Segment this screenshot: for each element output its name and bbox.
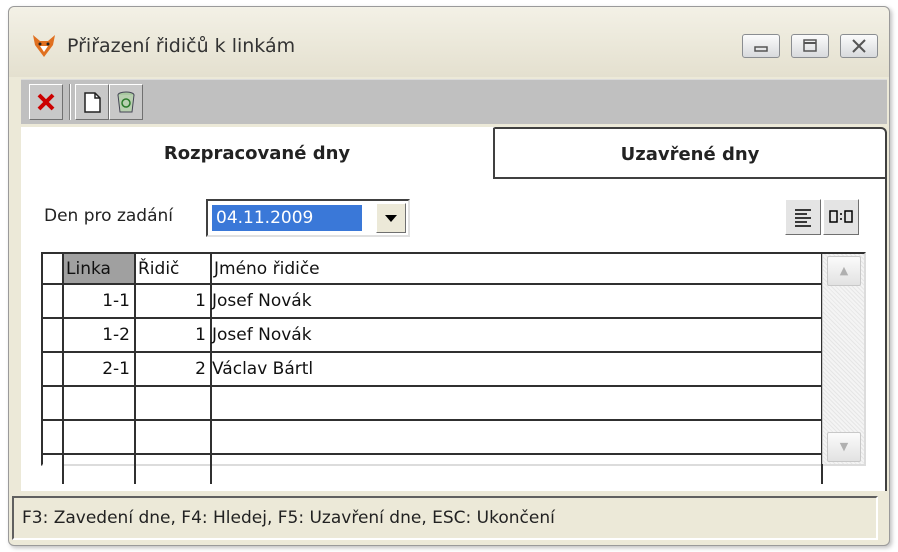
- table-row[interactable]: [43, 386, 823, 421]
- tab-uzavrene-dny[interactable]: Uzavřené dny: [495, 127, 887, 179]
- row-indicator[interactable]: [43, 454, 64, 484]
- cell-jmeno[interactable]: Josef Novák: [211, 318, 823, 353]
- align-button[interactable]: [785, 199, 821, 235]
- cell-linka[interactable]: 2-1: [63, 352, 136, 387]
- date-value[interactable]: 04.11.2009: [212, 205, 362, 231]
- grid-table: Linka Řidič Jméno řidiče 1-1 1 Josef Nov…: [43, 254, 823, 484]
- cell-ridic[interactable]: [135, 420, 212, 455]
- maximize-button[interactable]: [791, 34, 829, 58]
- cell-ridic[interactable]: 2: [135, 352, 212, 387]
- table-row[interactable]: 1-2 1 Josef Novák: [43, 318, 823, 353]
- text-align-icon: [795, 209, 811, 227]
- tab-strip: Rozpracované dny Uzavřené dny: [21, 127, 887, 179]
- dropdown-button[interactable]: [376, 203, 406, 233]
- delete-button[interactable]: [29, 84, 63, 120]
- row-indicator[interactable]: [43, 386, 64, 421]
- cell-ridic[interactable]: 1: [135, 284, 212, 319]
- column-resize-icon: [829, 210, 853, 223]
- close-icon: [852, 39, 866, 53]
- close-window-button[interactable]: [840, 34, 878, 58]
- arrow-up-icon: ▲: [839, 264, 849, 277]
- window-title: Přiřazení řidičů k linkám: [67, 35, 296, 57]
- toolbar: [21, 79, 887, 124]
- cell-linka[interactable]: [63, 386, 136, 421]
- cell-linka[interactable]: 1-1: [63, 284, 136, 319]
- table-row[interactable]: 1-1 1 Josef Novák: [43, 284, 823, 319]
- title-bar[interactable]: Přiřazení řidičů k linkám: [9, 7, 889, 77]
- row-indicator[interactable]: [43, 352, 64, 387]
- drivers-grid: Linka Řidič Jméno řidiče 1-1 1 Josef Nov…: [41, 252, 866, 484]
- status-bar: F3: Zavedení dne, F4: Hledej, F5: Uzavře…: [12, 496, 878, 540]
- recycle-bin-icon: [117, 91, 135, 113]
- vertical-scrollbar[interactable]: ▲ ▼: [822, 254, 864, 464]
- cell-jmeno[interactable]: [211, 386, 823, 421]
- date-label: Den pro zadání: [44, 206, 173, 226]
- fox-icon: [33, 35, 55, 57]
- minimize-icon: [754, 46, 768, 52]
- cell-jmeno[interactable]: Josef Novák: [211, 284, 823, 319]
- row-indicator[interactable]: [43, 284, 64, 319]
- maximize-icon: [803, 39, 817, 52]
- scroll-down-button[interactable]: ▼: [827, 432, 861, 462]
- cell-jmeno[interactable]: [211, 420, 823, 455]
- cell-jmeno[interactable]: Václav Bártl: [211, 352, 823, 387]
- column-header-ridic[interactable]: Řidič: [135, 254, 212, 285]
- columns-button[interactable]: [823, 199, 859, 235]
- cell-linka[interactable]: [63, 420, 136, 455]
- row-indicator[interactable]: [43, 420, 64, 455]
- recycle-bin-button[interactable]: [109, 84, 143, 120]
- table-row[interactable]: 2-1 2 Václav Bártl: [43, 352, 823, 387]
- arrow-down-icon: ▼: [839, 440, 849, 453]
- tab-rozpracovane-dny[interactable]: Rozpracované dny: [21, 127, 495, 179]
- column-header-jmeno[interactable]: Jméno řidiče: [211, 254, 823, 285]
- grid-header: Linka Řidič Jméno řidiče: [43, 254, 823, 285]
- toolbar-separator: [69, 84, 71, 120]
- chevron-down-icon: [385, 215, 397, 222]
- minimize-button[interactable]: [742, 34, 780, 58]
- cell-ridic[interactable]: [135, 454, 212, 484]
- cell-ridic[interactable]: [135, 386, 212, 421]
- table-row[interactable]: [43, 454, 823, 484]
- cell-linka[interactable]: [63, 454, 136, 484]
- cell-linka[interactable]: 1-2: [63, 318, 136, 353]
- table-row[interactable]: [43, 420, 823, 455]
- scroll-up-button[interactable]: ▲: [827, 256, 861, 286]
- close-x-icon: [37, 93, 55, 111]
- new-document-button[interactable]: [75, 84, 109, 120]
- column-header-linka[interactable]: Linka: [63, 254, 136, 285]
- cell-ridic[interactable]: 1: [135, 318, 212, 353]
- date-select[interactable]: 04.11.2009: [206, 199, 410, 237]
- new-document-icon: [84, 92, 101, 113]
- cell-jmeno[interactable]: [211, 454, 823, 484]
- row-indicator-header: [43, 254, 64, 285]
- row-indicator[interactable]: [43, 318, 64, 353]
